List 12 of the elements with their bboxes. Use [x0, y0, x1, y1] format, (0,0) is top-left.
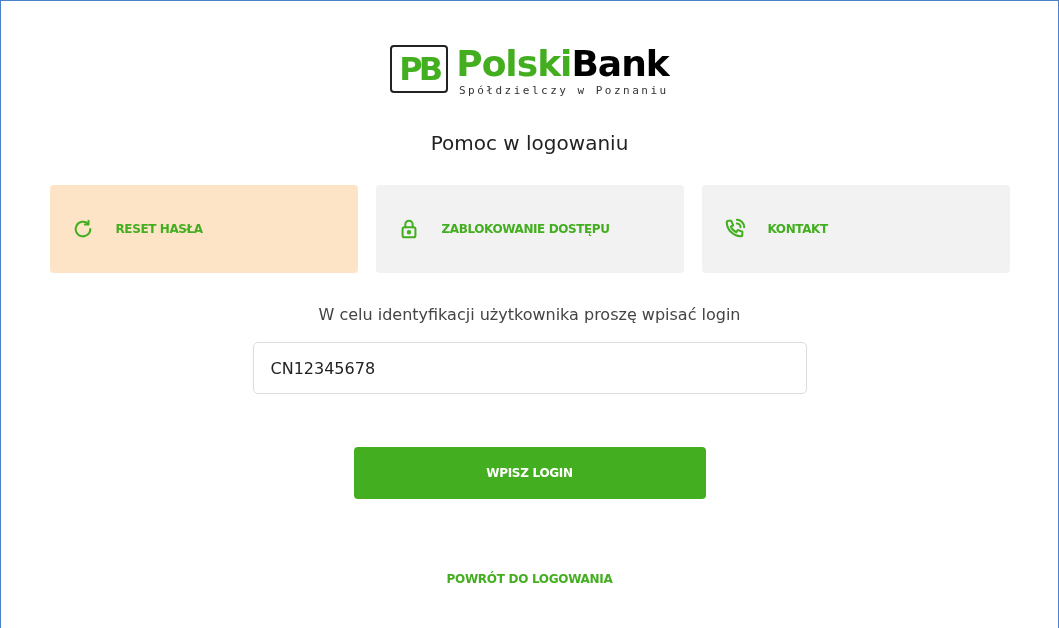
- bank-subtitle: Spółdzielczy w Poznaniu: [458, 84, 669, 97]
- logo-mark: PB: [390, 45, 449, 93]
- submit-button[interactable]: WPISZ LOGIN: [353, 447, 706, 499]
- page-title: Pomoc w logowaniu: [430, 131, 629, 155]
- help-tab[interactable]: RESET HASŁA: [49, 185, 358, 273]
- help-tab[interactable]: ZABLOKOWANIE DOSTĘPU: [375, 185, 684, 273]
- back-link[interactable]: POWRÓT DO LOGOWANIA: [446, 572, 613, 586]
- bank-name: PolskiBank: [456, 45, 669, 83]
- help-tab[interactable]: KONTAKT: [701, 185, 1010, 273]
- phone-icon: [723, 218, 746, 240]
- instruction-text: W celu identyfikacji użytkownika proszę wpisać login: [318, 305, 741, 324]
- login-field[interactable]: CN12345678: [252, 342, 807, 394]
